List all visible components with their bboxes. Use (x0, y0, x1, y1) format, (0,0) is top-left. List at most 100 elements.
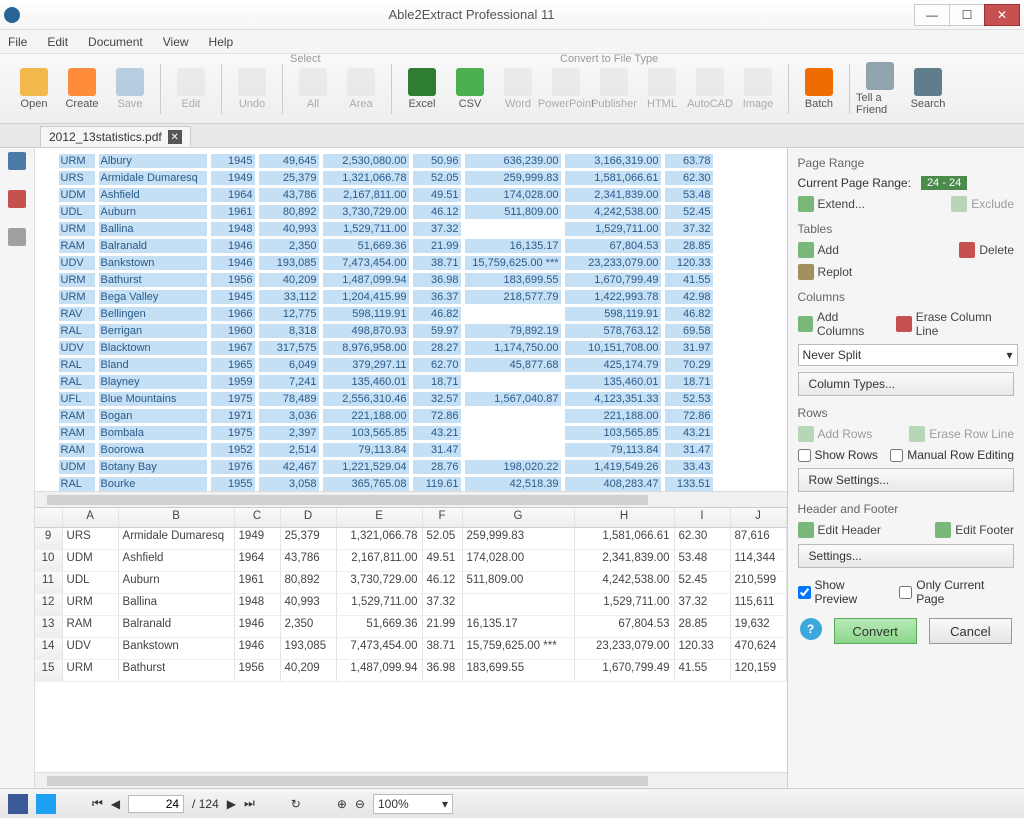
select-area-button[interactable]: Area (337, 68, 385, 110)
pdf-row[interactable]: RAMBalranald19462,35051,669.3621.9916,13… (59, 237, 787, 254)
pdf-row[interactable]: URMBathurst195640,2091,487,099.9436.9818… (59, 271, 787, 288)
grid-row[interactable]: 9URSArmidale Dumaresq194925,3791,321,066… (35, 528, 787, 550)
convert-ppt-button[interactable]: PowerPoint (542, 68, 590, 110)
convert-image-button[interactable]: Image (734, 68, 782, 110)
convert-word-button[interactable]: Word (494, 68, 542, 110)
grid-row[interactable]: 11UDLAuburn196180,8923,730,729.0046.1251… (35, 572, 787, 594)
pdf-row[interactable]: RALBerrigan19608,318498,870.9359.9779,89… (59, 322, 787, 339)
tab-close-icon[interactable]: ✕ (168, 130, 182, 144)
convert-autocad-button[interactable]: AutoCAD (686, 68, 734, 110)
pdf-row[interactable]: UDLAuburn196180,8923,730,729.0046.12511,… (59, 203, 787, 220)
erase-row-button[interactable]: Erase Row Line (909, 426, 1014, 442)
pdf-row[interactable]: RAMBombala19752,397103,565.8543.21103,56… (59, 424, 787, 441)
save-button[interactable]: Save (106, 68, 154, 110)
only-current-page-checkbox[interactable]: Only Current Page (899, 578, 1014, 606)
facebook-icon[interactable] (8, 794, 28, 814)
undo-button[interactable]: Undo (228, 68, 276, 110)
erase-column-button[interactable]: Erase Column Line (896, 310, 1014, 338)
app-title: Able2Extract Professional 11 (28, 7, 915, 22)
pdf-row[interactable]: UDMBotany Bay197642,4671,221,529.0428.76… (59, 458, 787, 475)
help-icon[interactable]: ? (800, 618, 822, 640)
pdf-horizontal-scrollbar[interactable] (35, 491, 787, 507)
pdf-row[interactable]: RALBourke19553,058365,765.08119.6142,518… (59, 475, 787, 491)
delete-table-button[interactable]: Delete (959, 242, 1014, 258)
convert-publisher-button[interactable]: Publisher (590, 68, 638, 110)
zoom-in-button[interactable]: ⊕ (337, 797, 347, 811)
show-preview-checkbox[interactable]: Show Preview (798, 578, 890, 606)
grid-row[interactable]: 13RAMBalranald19462,35051,669.3621.9916,… (35, 616, 787, 638)
hf-settings-button[interactable]: Settings... (798, 544, 1014, 568)
split-mode-dropdown[interactable]: Never Split▾ (798, 344, 1018, 366)
convert-excel-button[interactable]: Excel (398, 68, 446, 110)
pdf-row[interactable]: UDVBankstown1946193,0857,473,454.0038.71… (59, 254, 787, 271)
add-columns-button[interactable]: Add Columns (798, 310, 887, 338)
edit-button[interactable]: Edit (167, 68, 215, 110)
prev-page-button[interactable]: ◀ (111, 797, 120, 811)
pdf-row[interactable]: UFLBlue Mountains197578,4892,556,310.463… (59, 390, 787, 407)
show-rows-checkbox[interactable]: Show Rows (798, 448, 878, 462)
add-table-button[interactable]: Add (798, 242, 839, 258)
open-button[interactable]: Open (10, 68, 58, 110)
menu-edit[interactable]: Edit (47, 35, 68, 49)
first-page-button[interactable]: ⏮ (92, 796, 103, 811)
pdf-row[interactable]: RALBlayney19597,241135,460.0118.71135,46… (59, 373, 787, 390)
zoom-dropdown[interactable]: 100%▾ (373, 794, 453, 814)
pdf-row[interactable]: RAMBogan19713,036221,188.0072.86221,188.… (59, 407, 787, 424)
pdf-row[interactable]: UDMAshfield196443,7862,167,811.0049.5117… (59, 186, 787, 203)
extend-range-button[interactable]: Extend... (798, 196, 865, 212)
menu-help[interactable]: Help (209, 35, 234, 49)
search-button[interactable]: Search (904, 68, 952, 110)
cancel-button[interactable]: Cancel (929, 618, 1012, 644)
replot-button[interactable]: Replot (798, 264, 853, 280)
create-button[interactable]: Create (58, 68, 106, 110)
tell-friend-button[interactable]: Tell a Friend (856, 62, 904, 116)
menu-file[interactable]: File (8, 35, 27, 49)
pdf-row[interactable]: URMBallina194840,9931,529,711.0037.321,5… (59, 220, 787, 237)
batch-button[interactable]: Batch (795, 68, 843, 110)
erase-icon (909, 426, 925, 442)
cursor-icon (299, 68, 327, 96)
pdf-row[interactable]: RAVBellingen196612,775598,119.9146.82598… (59, 305, 787, 322)
select-all-button[interactable]: All (289, 68, 337, 110)
pdf-row[interactable]: URSArmidale Dumaresq194925,3791,321,066.… (59, 169, 787, 186)
grid-row[interactable]: 12URMBallina194840,9931,529,711.0037.321… (35, 594, 787, 616)
convert-button[interactable]: Convert (834, 618, 917, 644)
next-page-button[interactable]: ▶ (227, 797, 236, 811)
maximize-button[interactable]: ☐ (949, 4, 985, 26)
pdf-preview-pane[interactable]: URMAlbury194549,6452,530,080.0050.96636,… (35, 148, 787, 491)
pdf-row[interactable]: UDVBlacktown1967317,5758,976,958.0028.27… (59, 339, 787, 356)
row-settings-button[interactable]: Row Settings... (798, 468, 1014, 492)
attachments-icon[interactable] (8, 228, 26, 246)
column-types-button[interactable]: Column Types... (798, 372, 1014, 396)
thumbnails-icon[interactable] (8, 152, 26, 170)
exclude-range-button[interactable]: Exclude (951, 196, 1014, 212)
close-button[interactable]: ✕ (984, 4, 1020, 26)
add-rows-button[interactable]: Add Rows (798, 426, 873, 442)
replot-icon (798, 264, 814, 280)
menu-document[interactable]: Document (88, 35, 143, 49)
bookmarks-icon[interactable] (8, 190, 26, 208)
convert-html-button[interactable]: HTML (638, 68, 686, 110)
spreadsheet-preview[interactable]: AB CD EF GH IJ 9URSArmidale Dumaresq1949… (35, 507, 787, 772)
pdf-row[interactable]: URMBega Valley194533,1121,204,415.9936.3… (59, 288, 787, 305)
convert-csv-button[interactable]: CSV (446, 68, 494, 110)
pdf-row[interactable]: RALBland19656,049379,297.1162.7045,877.6… (59, 356, 787, 373)
pdf-row[interactable]: URMAlbury194549,6452,530,080.0050.96636,… (59, 152, 787, 169)
pdf-row[interactable]: RAMBoorowa19522,51479,113.8431.4779,113.… (59, 441, 787, 458)
edit-footer-button[interactable]: Edit Footer (935, 522, 1014, 538)
zoom-out-button[interactable]: ⊖ (355, 797, 365, 811)
csv-icon (456, 68, 484, 96)
grid-horizontal-scrollbar[interactable] (35, 772, 787, 788)
document-tab[interactable]: 2012_13statistics.pdf ✕ (40, 126, 191, 147)
manual-row-editing-checkbox[interactable]: Manual Row Editing (890, 448, 1014, 462)
rotate-button[interactable]: ↻ (291, 797, 301, 811)
grid-row[interactable]: 14UDVBankstown1946193,0857,473,454.0038.… (35, 638, 787, 660)
grid-row[interactable]: 10UDMAshfield196443,7862,167,811.0049.51… (35, 550, 787, 572)
last-page-button[interactable]: ⏭ (244, 796, 255, 811)
twitter-icon[interactable] (36, 794, 56, 814)
edit-header-button[interactable]: Edit Header (798, 522, 881, 538)
menu-view[interactable]: View (163, 35, 189, 49)
grid-row[interactable]: 15URMBathurst195640,2091,487,099.9436.98… (35, 660, 787, 682)
minimize-button[interactable]: — (914, 4, 950, 26)
page-number-input[interactable] (128, 795, 184, 813)
